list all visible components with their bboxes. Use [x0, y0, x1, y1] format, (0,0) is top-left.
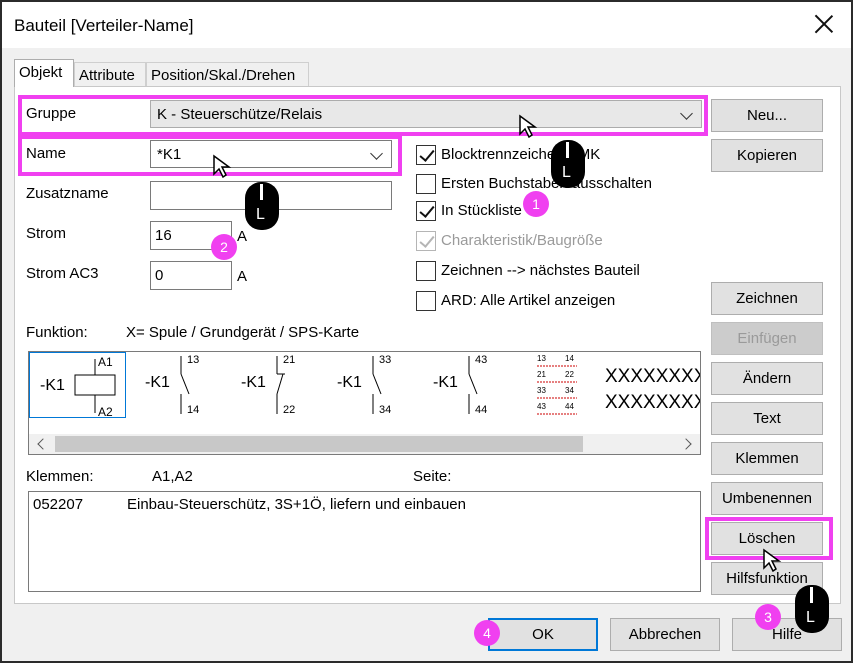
article-list[interactable]: 052207 Einbau-Steuerschütz, 3S+1Ö, liefe…	[28, 491, 701, 592]
mini-right: 34	[565, 386, 574, 395]
symbol-contact-43[interactable]: -K1 43 44	[427, 352, 497, 418]
stromac3-unit: A	[237, 268, 248, 285]
checkbox-stueckliste[interactable]	[416, 201, 436, 221]
article-number: 052207	[33, 496, 84, 513]
highlight-name	[18, 135, 402, 176]
contact-name: -K1	[337, 374, 362, 391]
symbol-contact-33[interactable]: -K1 33 34	[331, 352, 401, 418]
step-badge-1: 1	[523, 191, 549, 217]
pointer-cursor-icon	[763, 548, 782, 572]
neu-button[interactable]: Neu...	[711, 99, 823, 132]
text-button[interactable]: Text	[711, 402, 823, 435]
mini-left: 43	[537, 402, 546, 411]
mini-right: 22	[565, 370, 574, 379]
strom-unit: A	[237, 228, 248, 245]
coil-top-label: A1	[98, 355, 113, 369]
mouse-left-click-icon: L	[245, 182, 279, 230]
symbol-coil[interactable]: -K1 A1 A2	[29, 352, 126, 419]
tab-position[interactable]: Position/Skal./Drehen	[146, 62, 309, 86]
checkbox-label-zeichnen-naechstes: Zeichnen --> nächstes Bauteil	[441, 262, 640, 279]
seite-label: Seite:	[413, 468, 452, 485]
step-badge-4: 4	[474, 620, 500, 646]
checkbox-label-charakteristik: Charakteristik/Baugröße	[441, 232, 603, 249]
pointer-cursor-icon	[213, 154, 232, 178]
contact-bottom-label: 44	[475, 404, 488, 416]
klemmen-value: A1,A2	[152, 468, 193, 485]
checkbox-charakteristik	[416, 231, 436, 251]
coil-name: -K1	[40, 377, 65, 394]
contact-top-label: 33	[379, 354, 392, 366]
pointer-cursor-icon	[519, 114, 538, 138]
dialog-window: Bauteil [Verteiler-Name] Objekt Attribut…	[0, 0, 853, 663]
placeholder-line-2: XXXXXXXXX	[605, 392, 700, 413]
checkbox-blocktrennzeichen[interactable]	[416, 145, 436, 165]
mini-left: 21	[537, 370, 546, 379]
list-item[interactable]: 052207 Einbau-Steuerschütz, 3S+1Ö, liefe…	[33, 496, 693, 516]
stromac3-label: Strom AC3	[26, 265, 99, 282]
contact-bottom-label: 34	[379, 404, 392, 416]
title-bar: Bauteil [Verteiler-Name]	[2, 2, 851, 48]
close-icon[interactable]	[811, 12, 837, 38]
umbenennen-button[interactable]: Umbenennen	[711, 482, 823, 515]
scroll-right-icon[interactable]	[680, 438, 692, 450]
mini-left: 33	[537, 386, 546, 395]
kopieren-button[interactable]: Kopieren	[711, 139, 823, 172]
placeholder-line-1: XXXXXXXXX	[605, 366, 700, 387]
mini-right: 44	[565, 402, 574, 411]
funktion-description: X= Spule / Grundgerät / SPS-Karte	[126, 324, 360, 341]
contact-name: -K1	[433, 374, 458, 391]
stromac3-input[interactable]: 0	[150, 261, 232, 290]
checkbox-ard[interactable]	[416, 291, 436, 311]
contact-top-label: 13	[187, 354, 200, 366]
checkbox-zeichnen-naechstes[interactable]	[416, 261, 436, 281]
highlight-gruppe	[18, 95, 708, 136]
mini-right: 14	[565, 354, 574, 363]
window-title: Bauteil [Verteiler-Name]	[14, 16, 194, 35]
scrollbar-thumb[interactable]	[55, 436, 583, 452]
step-badge-2: 2	[211, 234, 237, 260]
einfuegen-button: Einfügen	[711, 322, 823, 355]
checkbox-label-stueckliste: In Stückliste	[441, 202, 522, 219]
contact-bottom-label: 22	[283, 404, 296, 416]
scroll-left-icon[interactable]	[37, 438, 49, 450]
zeichnen-button[interactable]: Zeichnen	[711, 282, 823, 315]
mouse-left-click-icon: L	[795, 585, 829, 633]
checkbox-label-ersten-buchstaben: Ersten Buchstaben ausschalten	[441, 175, 652, 192]
symbol-contact-13[interactable]: -K1 13 14	[139, 352, 209, 418]
contact-name: -K1	[145, 374, 170, 391]
symbol-strip: -K1 A1 A2 -K1 13 14 -K1 21 22 -K1 33 34 …	[28, 351, 701, 455]
checkbox-ersten-buchstaben[interactable]	[416, 174, 436, 194]
tab-objekt[interactable]: Objekt	[14, 59, 74, 87]
horizontal-scrollbar[interactable]	[29, 434, 700, 454]
klemmen-label: Klemmen:	[26, 468, 94, 485]
contact-name: -K1	[241, 374, 266, 391]
coil-bottom-label: A2	[98, 405, 113, 419]
klemmen-button[interactable]: Klemmen	[711, 442, 823, 475]
contact-bottom-label: 14	[187, 404, 200, 416]
zusatzname-label: Zusatzname	[26, 185, 109, 202]
abbrechen-button[interactable]: Abbrechen	[610, 618, 720, 651]
contact-top-label: 43	[475, 354, 488, 366]
article-description: Einbau-Steuerschütz, 3S+1Ö, liefern und …	[127, 496, 466, 513]
tab-attribute[interactable]: Attribute	[74, 62, 146, 86]
aendern-button[interactable]: Ändern	[711, 362, 823, 395]
checkbox-label-ard: ARD: Alle Artikel anzeigen	[441, 292, 616, 309]
symbol-contact-21[interactable]: -K1 21 22	[235, 352, 305, 418]
symbol-contact-overview[interactable]: 13 14 21 22 33 34 43 44	[535, 354, 579, 418]
step-badge-3: 3	[755, 604, 781, 630]
mouse-left-click-icon: L	[551, 140, 585, 188]
funktion-label: Funktion:	[26, 324, 88, 341]
mini-left: 13	[537, 354, 546, 363]
ok-button[interactable]: OK	[488, 618, 598, 651]
contact-top-label: 21	[283, 354, 296, 366]
strom-label: Strom	[26, 225, 67, 242]
